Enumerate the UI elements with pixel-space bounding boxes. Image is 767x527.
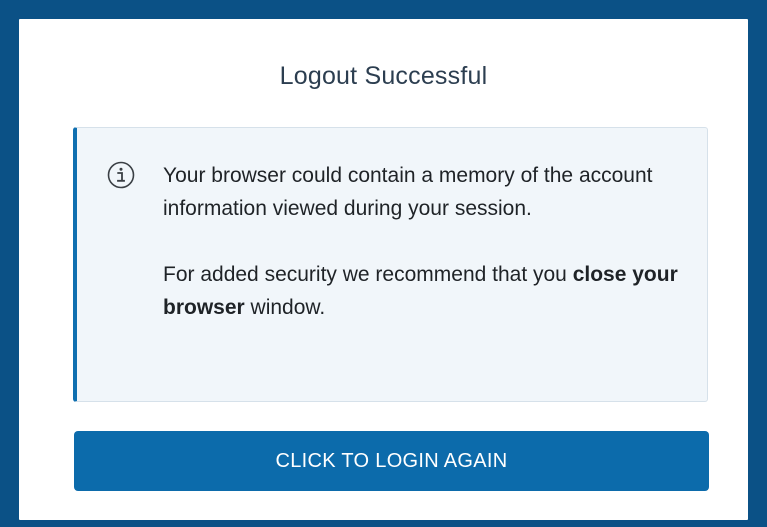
notice-paragraph-2: For added security we recommend that you… bbox=[163, 258, 683, 324]
notice-paragraph-1: Your browser could contain a memory of t… bbox=[163, 164, 653, 220]
notice-text: Your browser could contain a memory of t… bbox=[163, 159, 683, 324]
notice-paragraph-2-suffix: window. bbox=[244, 296, 326, 319]
login-again-button[interactable]: CLICK TO LOGIN AGAIN bbox=[74, 431, 709, 491]
page-title: Logout Successful bbox=[279, 62, 488, 90]
logout-card: Logout Successful Your browser could con… bbox=[19, 19, 748, 520]
info-notice: Your browser could contain a memory of t… bbox=[73, 127, 708, 402]
info-icon bbox=[107, 161, 135, 189]
notice-paragraph-2-prefix: For added security we recommend that you bbox=[163, 263, 573, 286]
